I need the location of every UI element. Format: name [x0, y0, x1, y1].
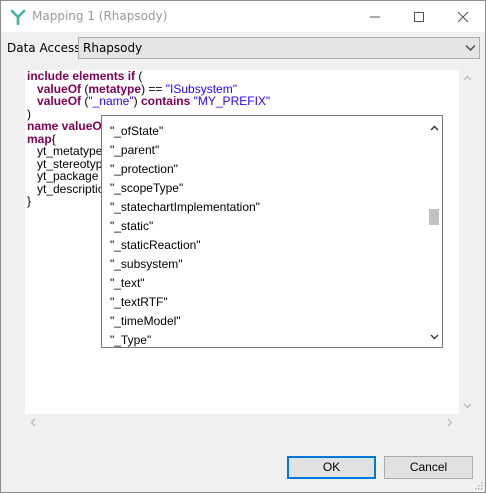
scroll-down-icon[interactable]	[430, 334, 439, 340]
code-string: "_name"	[88, 94, 134, 108]
autocomplete-list[interactable]: "_ofState" "_parent" "_protection" "_scopeT…	[108, 122, 422, 347]
autocomplete-popup[interactable]: "_ofState" "_parent" "_protection" "_scopeT…	[101, 115, 443, 348]
autocomplete-item[interactable]: "_textRTF"	[108, 293, 422, 312]
autocomplete-item[interactable]: "_static"	[108, 217, 422, 236]
scroll-up-icon[interactable]	[430, 125, 439, 131]
code-line: valueOf ("_name") contains "MY_PREFIX"	[27, 95, 270, 108]
autocomplete-item[interactable]: "_text"	[108, 274, 422, 293]
code-text: yt_descriptio	[27, 181, 105, 196]
autocomplete-item[interactable]: "_scopeType"	[108, 179, 422, 198]
scroll-up-icon[interactable]	[463, 75, 472, 81]
maximize-icon	[414, 12, 424, 22]
cancel-button[interactable]: Cancel	[384, 456, 473, 479]
autocomplete-item[interactable]: "_timeModel"	[108, 312, 422, 331]
autocomplete-item[interactable]: "_subsystem"	[108, 255, 422, 274]
code-text: }	[27, 194, 32, 208]
scroll-left-icon[interactable]	[30, 418, 36, 427]
data-access-value: Rhapsody	[83, 41, 143, 55]
scroll-right-icon[interactable]	[447, 418, 453, 427]
autocomplete-item[interactable]: "_statechartImplementation"	[108, 198, 422, 217]
editor-horizontal-scrollbar[interactable]	[25, 414, 476, 431]
autocomplete-item[interactable]: "_protection"	[108, 160, 422, 179]
code-text: )	[133, 94, 141, 108]
editor-vertical-scrollbar[interactable]	[459, 70, 476, 414]
app-tree-icon	[10, 9, 26, 25]
autocomplete-item[interactable]: "_staticReaction"	[108, 236, 422, 255]
ok-button[interactable]: OK	[287, 456, 376, 479]
minimize-button[interactable]	[353, 1, 397, 32]
data-access-label: Data Access:	[7, 41, 85, 55]
autocomplete-item[interactable]: "_Type"	[108, 331, 422, 347]
resize-grip-icon[interactable]	[473, 480, 483, 490]
scroll-thumb[interactable]	[429, 209, 439, 225]
autocomplete-item[interactable]: "_parent"	[108, 141, 422, 160]
title-bar[interactable]: Mapping 1 (Rhapsody)	[1, 1, 485, 32]
code-string: "MY_PREFIX"	[193, 94, 271, 108]
minimize-icon	[370, 16, 380, 18]
scroll-down-icon[interactable]	[463, 403, 472, 409]
code-keyword: contains	[140, 94, 191, 108]
window-title: Mapping 1 (Rhapsody)	[32, 9, 168, 23]
maximize-button[interactable]	[397, 1, 441, 32]
autocomplete-scrollbar[interactable]	[426, 116, 442, 347]
close-icon	[457, 11, 469, 23]
autocomplete-item[interactable]: "_ofState"	[108, 122, 422, 141]
data-access-select[interactable]: Rhapsody	[78, 37, 480, 59]
close-button[interactable]	[441, 1, 485, 32]
mapping-dialog: Mapping 1 (Rhapsody) Data Access: Rhapso…	[0, 0, 486, 493]
chevron-down-icon	[465, 45, 476, 51]
code-keyword: valueOf	[37, 94, 82, 108]
